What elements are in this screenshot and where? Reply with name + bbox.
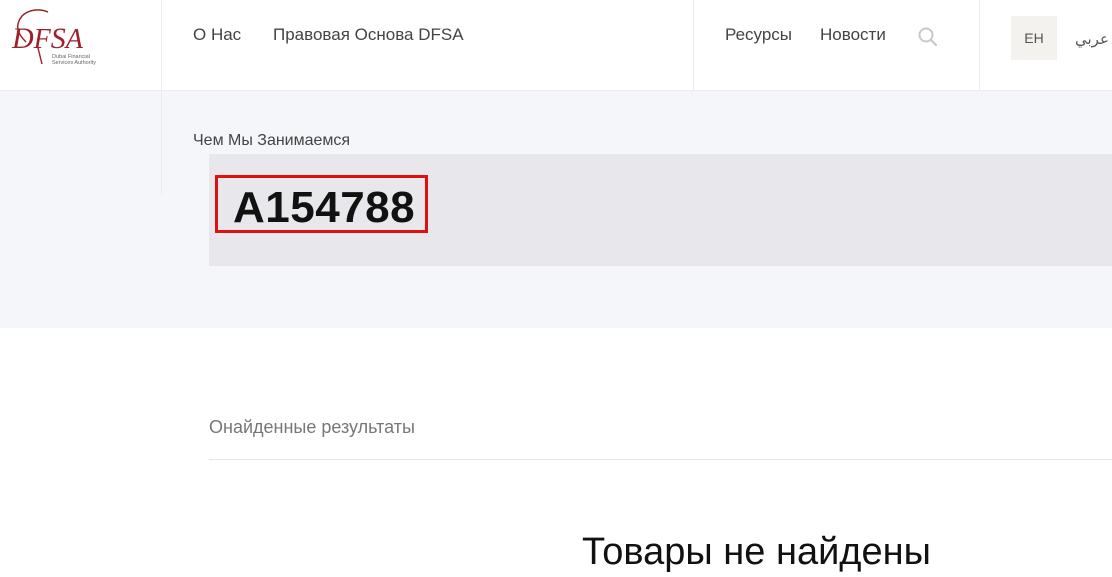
nav-news[interactable]: Новости [820,25,886,45]
language-en-button[interactable]: ЕН [1011,16,1057,60]
nav-legal-framework[interactable]: Правовая Основа DFSA [273,25,464,45]
header-divider [979,0,980,90]
empty-results-message: Товары не найдены [582,531,931,573]
breadcrumb[interactable]: Чем Мы Занимаемся [193,132,350,150]
dfsa-logo: DFSA Dubai Financial Services Authority [11,9,96,66]
language-ar-link[interactable]: عربي [1075,30,1109,48]
page: DFSA Dubai Financial Services Authority … [0,0,1112,577]
search-icon[interactable] [917,26,939,48]
header-divider [693,0,694,90]
logo-mark: DFSA [11,22,84,55]
page-title: A154788 [233,183,416,232]
hero-section: Чем Мы Занимаемся A154788 [0,91,1112,328]
logo-link[interactable]: DFSA Dubai Financial Services Authority [0,0,162,90]
hero-divider [161,91,162,194]
nav-resources[interactable]: Ресурсы [725,25,792,45]
site-header: DFSA Dubai Financial Services Authority … [0,0,1112,91]
results-label: Онайденные результаты [209,417,415,437]
results-divider [209,459,1112,460]
nav-about[interactable]: О Нас [193,25,241,45]
title-box: A154788 [209,154,1112,266]
logo-subtitle-line2: Services Authority [52,60,96,66]
